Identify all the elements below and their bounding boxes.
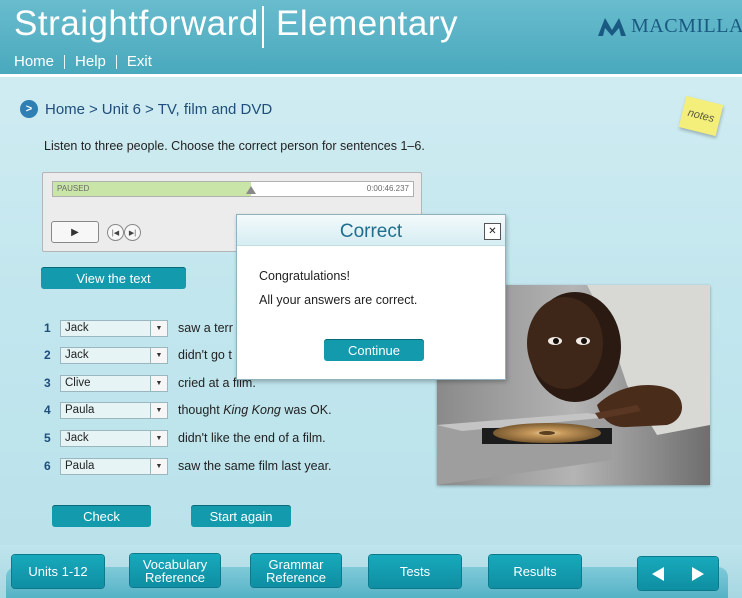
chevron-right-icon: > bbox=[20, 100, 38, 118]
play-icon: ▶ bbox=[71, 226, 79, 238]
view-text-button[interactable]: View the text bbox=[41, 267, 186, 289]
question-number: 1 bbox=[44, 321, 51, 335]
arrow-right-icon bbox=[692, 566, 704, 581]
dialog-message-correct: All your answers are correct. bbox=[259, 293, 418, 307]
answer-dropdown[interactable]: Jack ▼ bbox=[60, 319, 168, 337]
answer-selected: Jack bbox=[65, 349, 89, 361]
grammar-reference-button[interactable]: Grammar Reference bbox=[251, 554, 341, 587]
app-title-level: Elementary bbox=[276, 4, 459, 43]
question-number: 3 bbox=[44, 376, 51, 390]
answer-dropdown[interactable]: Clive ▼ bbox=[60, 374, 168, 392]
close-icon: ✕ bbox=[488, 226, 497, 237]
breadcrumb-home[interactable]: Home bbox=[45, 101, 85, 118]
skip-forward-icon: ▶| bbox=[128, 229, 137, 237]
answer-selected: Jack bbox=[65, 322, 89, 334]
dropdown-arrow-icon: ▼ bbox=[150, 458, 167, 474]
dropdown-arrow-icon: ▼ bbox=[150, 347, 167, 363]
title-divider bbox=[262, 6, 264, 48]
audio-progress-track[interactable]: PAUSED 0:00:46.237 bbox=[52, 181, 414, 197]
audio-time: 0:00:46.237 bbox=[366, 184, 409, 193]
correct-dialog: Correct ✕ Congratulations! All your answ… bbox=[236, 214, 506, 380]
audio-scrub-handle[interactable] bbox=[246, 186, 256, 194]
instructions-text: Listen to three people. Choose the corre… bbox=[44, 139, 425, 153]
audio-status: PAUSED bbox=[57, 184, 90, 193]
tests-button[interactable]: Tests bbox=[369, 555, 461, 588]
top-nav: Home Help Exit bbox=[14, 53, 152, 70]
dropdown-arrow-icon: ▼ bbox=[150, 430, 167, 446]
film-title: King Kong bbox=[223, 403, 281, 417]
nav-exit-link[interactable]: Exit bbox=[127, 53, 152, 70]
question-text: didn't go t bbox=[178, 348, 232, 362]
results-label: Results bbox=[513, 564, 557, 579]
question-text: didn't like the end of a film. bbox=[178, 431, 326, 445]
dropdown-arrow-icon: ▼ bbox=[150, 375, 167, 391]
question-row: 2 Jack ▼ didn't go t bbox=[44, 344, 232, 366]
dialog-header: Correct ✕ bbox=[237, 215, 505, 246]
notes-button[interactable]: notes bbox=[678, 95, 724, 137]
previous-button[interactable] bbox=[648, 564, 668, 584]
vocabulary-reference-button[interactable]: Vocabulary Reference bbox=[130, 554, 220, 587]
answer-selected: Paula bbox=[65, 460, 95, 472]
app-header: Straightforward Elementary MACMILLAN Hom… bbox=[0, 0, 742, 77]
dropdown-arrow-icon: ▼ bbox=[150, 320, 167, 336]
results-button[interactable]: Results bbox=[489, 555, 581, 588]
breadcrumb-separator: > bbox=[144, 100, 154, 118]
check-button[interactable]: Check bbox=[52, 505, 151, 527]
question-row: 1 Jack ▼ saw a terr bbox=[44, 317, 233, 339]
vocabulary-label-1: Vocabulary bbox=[142, 556, 208, 572]
play-button[interactable]: ▶ bbox=[51, 221, 99, 243]
units-label: Units 1-12 bbox=[28, 564, 88, 579]
question-text: thought King Kong was OK. bbox=[178, 403, 332, 417]
breadcrumb-separator: > bbox=[89, 100, 98, 118]
macmillan-logo: MACMILLAN bbox=[597, 14, 742, 38]
question-text-before: thought bbox=[178, 403, 224, 417]
answer-dropdown[interactable]: Jack ▼ bbox=[60, 346, 168, 364]
question-number: 2 bbox=[44, 348, 51, 362]
answer-dropdown[interactable]: Jack ▼ bbox=[60, 429, 168, 447]
dialog-title: Correct bbox=[339, 221, 403, 242]
skip-back-button[interactable]: |◀ bbox=[107, 224, 124, 241]
skip-back-icon: |◀ bbox=[111, 229, 120, 237]
question-text: saw the same film last year. bbox=[178, 459, 332, 473]
breadcrumb-page: TV, film and DVD bbox=[157, 100, 273, 118]
macmillan-wordmark: MACMILLAN bbox=[631, 14, 742, 37]
answer-dropdown[interactable]: Paula ▼ bbox=[60, 401, 168, 419]
answer-selected: Clive bbox=[65, 377, 91, 389]
grammar-label-2: Reference bbox=[266, 569, 326, 585]
breadcrumb: > Home > Unit 6 > TV, film and DVD bbox=[20, 100, 272, 118]
units-button[interactable]: Units 1-12 bbox=[12, 555, 104, 588]
breadcrumb-unit[interactable]: Unit 6 bbox=[102, 101, 141, 118]
vocabulary-label-2: Reference bbox=[145, 569, 205, 585]
nav-home-link[interactable]: Home bbox=[14, 53, 54, 70]
macmillan-logo-icon bbox=[598, 18, 626, 36]
question-row: 4 Paula ▼ thought King Kong was OK. bbox=[44, 399, 332, 421]
app-title-straightforward: Straightforward bbox=[14, 4, 259, 43]
dialog-message-congrats: Congratulations! bbox=[259, 269, 351, 283]
answer-selected: Paula bbox=[65, 404, 95, 416]
skip-forward-button[interactable]: ▶| bbox=[124, 224, 141, 241]
grammar-label-1: Grammar bbox=[268, 556, 324, 572]
start-again-button[interactable]: Start again bbox=[191, 505, 291, 527]
tests-label: Tests bbox=[399, 564, 431, 579]
arrow-left-icon bbox=[652, 566, 664, 581]
close-button[interactable]: ✕ bbox=[484, 223, 501, 240]
answer-selected: Jack bbox=[65, 432, 89, 444]
question-row: 3 Clive ▼ cried at a film. bbox=[44, 372, 256, 394]
question-text-after: was OK. bbox=[280, 403, 332, 417]
question-row: 5 Jack ▼ didn't like the end of a film. bbox=[44, 427, 326, 449]
answer-dropdown[interactable]: Paula ▼ bbox=[60, 457, 168, 475]
nav-separator bbox=[64, 54, 66, 69]
page-nav-arrows bbox=[638, 557, 718, 590]
question-number: 6 bbox=[44, 459, 51, 473]
nav-help-link[interactable]: Help bbox=[75, 53, 106, 70]
dropdown-arrow-icon: ▼ bbox=[150, 402, 167, 418]
question-row: 6 Paula ▼ saw the same film last year. bbox=[44, 455, 332, 477]
nav-separator bbox=[115, 54, 117, 69]
continue-button[interactable]: Continue bbox=[324, 339, 424, 361]
question-text: saw a terr bbox=[178, 321, 233, 335]
next-button[interactable] bbox=[688, 564, 708, 584]
bottom-nav-panel bbox=[6, 567, 728, 598]
question-number: 5 bbox=[44, 431, 51, 445]
question-number: 4 bbox=[44, 403, 51, 417]
